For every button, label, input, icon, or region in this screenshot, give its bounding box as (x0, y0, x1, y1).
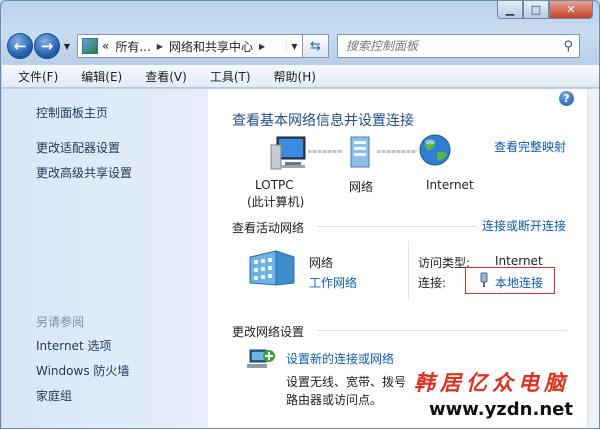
active-networks-heading: 查看活动网络 (232, 221, 305, 235)
internet-label: Internet (426, 178, 474, 192)
map-connector (377, 150, 417, 153)
computer-icon (270, 136, 306, 170)
network-type-link[interactable]: 工作网络 (309, 274, 357, 291)
change-settings-heading: 更改网络设置 (232, 325, 305, 339)
view-full-map-link[interactable]: 查看完整映射 (494, 138, 566, 155)
refresh-button[interactable]: ⇆ (303, 34, 329, 58)
new-connection-icon (247, 349, 275, 368)
sidebar-link-control-panel-home[interactable]: 控制面板主页 (36, 104, 108, 121)
menu-edit[interactable]: 编辑(E) (69, 68, 133, 85)
sidebar-link-homegroup[interactable]: 家庭组 (36, 387, 72, 404)
control-panel-window: ▁ □ ✕ ← → ▼ « 所有... ▶ 网络和共享中心 ▶ ▼ ⇆ ⚲ 文件… (0, 0, 600, 429)
menu-help[interactable]: 帮助(H) (262, 68, 327, 85)
control-panel-icon (82, 38, 98, 54)
search-icon[interactable]: ⚲ (563, 39, 573, 54)
highlight-box (465, 267, 555, 294)
setup-new-connection-link[interactable]: 设置新的连接或网络 (286, 350, 394, 367)
back-button[interactable]: ← (7, 33, 33, 59)
globe-icon (419, 134, 451, 166)
address-bar[interactable]: « 所有... ▶ 网络和共享中心 ▶ ▼ (77, 34, 303, 58)
sidebar-link-windows-firewall[interactable]: Windows 防火墙 (36, 362, 129, 379)
sidebar-link-advanced-sharing[interactable]: 更改高级共享设置 (36, 164, 132, 181)
maximize-button[interactable]: □ (523, 1, 549, 19)
see-also-heading: 另请参阅 (36, 315, 85, 329)
help-icon[interactable]: ? (559, 91, 574, 106)
menu-bar: 文件(F) 编辑(E) 查看(V) 工具(T) 帮助(H) (2, 65, 599, 88)
network-building-icon (249, 250, 295, 286)
forward-button[interactable]: → (34, 33, 60, 59)
breadcrumb-network-center[interactable]: 网络和共享中心 (169, 38, 253, 55)
navigation-bar: ← → ▼ « 所有... ▶ 网络和共享中心 ▶ ▼ ⇆ ⚲ (7, 31, 595, 61)
recent-pages-dropdown[interactable]: ▼ (61, 42, 73, 51)
breadcrumb-all-items[interactable]: 所有... (115, 38, 150, 55)
access-type-value: Internet (495, 254, 543, 268)
map-connector (308, 150, 343, 153)
network-label: 网络 (349, 180, 374, 194)
computer-subtitle: (此计算机) (247, 195, 305, 209)
menu-file[interactable]: 文件(F) (6, 68, 69, 85)
computer-name: LOTPC (255, 178, 294, 192)
minimize-button[interactable]: ▁ (497, 1, 523, 19)
sidebar-link-adapter-settings[interactable]: 更改适配器设置 (36, 139, 120, 156)
breadcrumb-overflow[interactable]: « (102, 39, 109, 53)
address-dropdown-icon[interactable]: ▼ (286, 41, 302, 51)
chevron-down-icon: ▼ (63, 41, 71, 51)
watermark-text: 韩居亿众电脑 (414, 370, 570, 395)
section-divider (317, 226, 477, 227)
refresh-icon: ⇆ (310, 38, 321, 54)
arrow-left-icon: ← (13, 37, 27, 55)
access-type-label: 访问类型: (418, 256, 471, 270)
watermark-url: www.yzdn.net (429, 399, 573, 420)
menu-view[interactable]: 查看(V) (133, 68, 198, 85)
active-network-name: 网络 (309, 256, 334, 270)
active-network-divider (408, 241, 409, 301)
sidebar-link-internet-options[interactable]: Internet 选项 (36, 337, 111, 354)
network-icon (350, 136, 370, 168)
setup-description-line2: 路由器或访问点。 (286, 393, 383, 407)
connect-disconnect-link[interactable]: 连接或断开连接 (482, 217, 566, 234)
search-input[interactable] (346, 39, 546, 53)
breadcrumb-separator-icon[interactable]: ▶ (157, 42, 163, 51)
caption-buttons: ▁ □ ✕ (497, 1, 593, 19)
search-box[interactable]: ⚲ (337, 34, 580, 58)
breadcrumb-separator-icon[interactable]: ▶ (259, 42, 265, 51)
arrow-right-icon: → (40, 37, 54, 55)
section-divider (317, 330, 567, 331)
page-title: 查看基本网络信息并设置连接 (232, 113, 414, 129)
connection-label: 连接: (418, 276, 447, 290)
setup-description: 设置无线、宽带、拨号 (286, 375, 407, 389)
vertical-scrollbar[interactable] (587, 89, 599, 428)
close-button[interactable]: ✕ (549, 1, 593, 19)
menu-tools[interactable]: 工具(T) (198, 68, 262, 85)
